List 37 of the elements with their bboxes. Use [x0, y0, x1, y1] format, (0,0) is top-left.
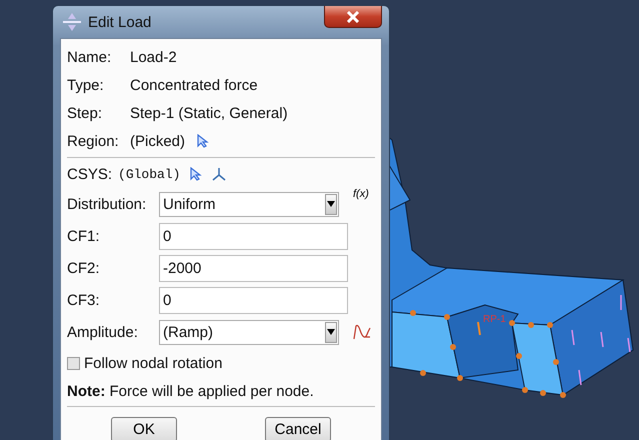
csys-value: (Global) [118, 166, 180, 182]
amplitude-curve-icon[interactable] [353, 324, 371, 340]
dialog-button[interactable]: Cancel [265, 417, 331, 440]
reference-point-label: RP-1 [483, 314, 506, 325]
dropdown-arrow-icon [327, 201, 335, 207]
field-value: Concentrated force [130, 76, 258, 94]
field-value: Load-2 [130, 48, 177, 66]
cursor-arrow-icon[interactable] [190, 167, 202, 181]
field-label: Amplitude: [67, 324, 139, 340]
input-field[interactable]: 0 [159, 222, 348, 250]
move-icon [62, 12, 82, 32]
csys-label: CSYS: [67, 166, 112, 182]
field-value: Step-1 (Static, General) [130, 104, 288, 122]
input-field[interactable]: 0 [159, 286, 348, 314]
note-text: Note: Force will be applied per node. [67, 382, 315, 402]
field-label: Region: [67, 132, 120, 150]
field-label: Distribution: [67, 196, 148, 212]
window-title: Edit Load [88, 14, 152, 30]
close-button[interactable] [324, 6, 382, 28]
field-label: Type: [67, 76, 105, 94]
dropdown-arrow-icon [327, 329, 335, 335]
cursor-arrow-icon[interactable] [197, 134, 210, 148]
field-label: CF1: [67, 228, 101, 244]
axes-icon[interactable] [212, 167, 226, 181]
checkbox-label: Follow nodal rotation [84, 354, 222, 372]
dialog-button[interactable]: OK [111, 417, 177, 440]
function-button[interactable]: f(x) [353, 188, 369, 200]
field-value: (Picked) [130, 132, 186, 150]
field-label: Step: [67, 104, 104, 122]
input-field[interactable]: -2000 [159, 254, 348, 282]
field-label: Name: [67, 48, 112, 66]
field-label: CF3: [67, 292, 101, 308]
close-icon [346, 10, 360, 22]
checkbox[interactable] [67, 356, 80, 370]
field-label: CF2: [67, 260, 101, 276]
dropdown-field[interactable]: Uniform [159, 192, 339, 216]
dropdown-field[interactable]: (Ramp) [159, 320, 339, 344]
